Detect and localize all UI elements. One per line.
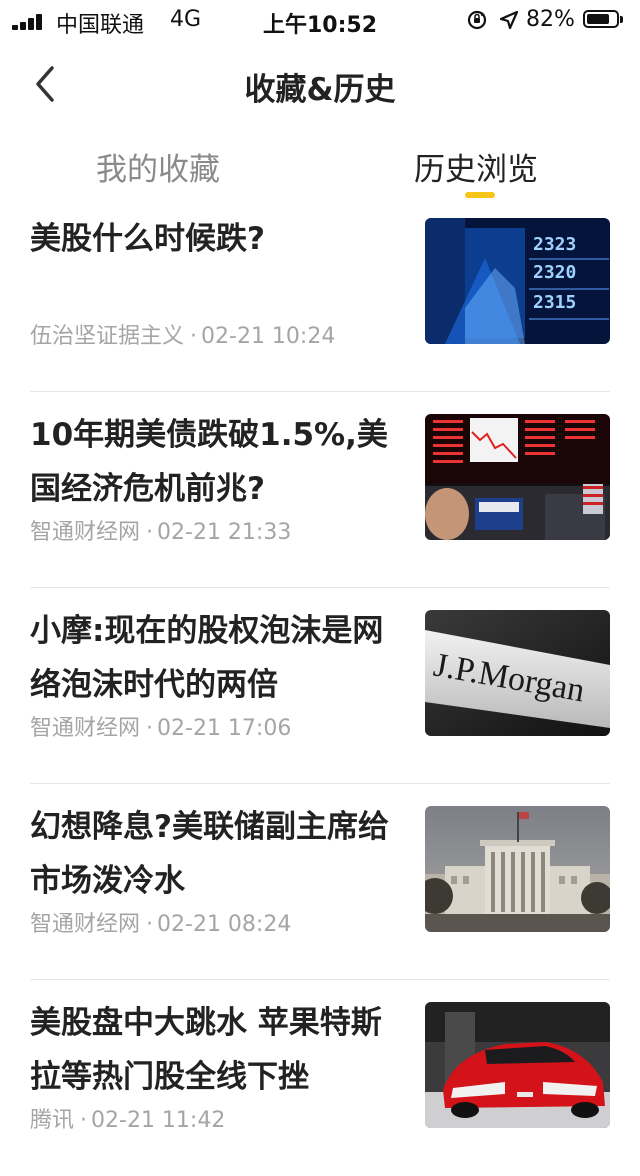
article-title: 10年期美债跌破1.5%,美国经济危机前兆?	[30, 417, 388, 507]
stock-ticker-board-image: 2323 2320 2315	[425, 218, 610, 344]
orientation-lock-icon	[467, 10, 487, 30]
list-item[interactable]: 10年期美债跌破1.5%,美国经济危机前兆? 智通财经网 · 02-21 21:33	[0, 392, 640, 588]
article-time: 02-21 21:33	[157, 520, 292, 545]
article-title: 小摩:现在的股权泡沫是网络泡沫时代的两倍	[30, 613, 384, 703]
article-meta: 智通财经网 · 02-21 17:06	[30, 716, 292, 741]
article-meta: 智通财经网 · 02-21 08:24	[30, 912, 292, 937]
article-source: 腾讯	[30, 1108, 75, 1133]
jp-morgan-sign-image: J.P.Morgan	[425, 610, 610, 736]
location-icon	[499, 10, 519, 30]
article-meta: 智通财经网 · 02-21 21:33	[30, 520, 292, 545]
federal-reserve-building-image	[425, 806, 610, 932]
list-item[interactable]: 幻想降息?美联储副主席给市场泼冷水 智通财经网 · 02-21 08:24	[0, 784, 640, 980]
article-meta: 伍治坚证据主义 · 02-21 10:24	[30, 324, 336, 349]
nav-bar: 收藏&历史	[0, 40, 640, 128]
article-time: 02-21 17:06	[157, 716, 292, 741]
tab-bar: 我的收藏 历史浏览	[0, 128, 640, 200]
article-title: 美股什么时候跌?	[30, 221, 265, 257]
red-tesla-car-image	[425, 1002, 610, 1128]
article-meta: 腾讯 · 02-21 11:42	[30, 1108, 226, 1133]
status-bar: 中国联通 4G 上午10:52 82%	[0, 0, 640, 40]
list-item[interactable]: 美股盘中大跳水 苹果特斯拉等热门股全线下挫 腾讯 · 02-21 11:42	[0, 980, 640, 1176]
svg-text:2320: 2320	[533, 262, 576, 283]
article-time: 02-21 11:42	[91, 1108, 226, 1133]
battery-icon	[583, 10, 623, 28]
page-title: 收藏&历史	[244, 72, 396, 108]
battery-percent: 82%	[526, 7, 575, 32]
article-time: 02-21 08:24	[157, 912, 292, 937]
article-source: 智通财经网	[30, 520, 141, 545]
article-time: 02-21 10:24	[201, 324, 336, 349]
article-source: 智通财经网	[30, 912, 141, 937]
article-title: 美股盘中大跳水 苹果特斯拉等热门股全线下挫	[30, 1005, 382, 1095]
svg-text:2315: 2315	[533, 292, 576, 313]
article-title: 幻想降息?美联储副主席给市场泼冷水	[30, 809, 389, 899]
list-item[interactable]: 美股什么时候跌? 伍治坚证据主义 · 02-21 10:24 2323 2320 2…	[0, 196, 640, 392]
article-source: 伍治坚证据主义	[30, 324, 185, 349]
tab-history[interactable]: 历史浏览	[414, 144, 538, 189]
stock-exchange-screens-image	[425, 414, 610, 540]
list-item[interactable]: 小摩:现在的股权泡沫是网络泡沫时代的两倍 智通财经网 · 02-21 17:06 J…	[0, 588, 640, 784]
article-source: 智通财经网	[30, 716, 141, 741]
tab-favorites[interactable]: 我的收藏	[96, 144, 220, 189]
svg-text:2323: 2323	[533, 234, 576, 255]
